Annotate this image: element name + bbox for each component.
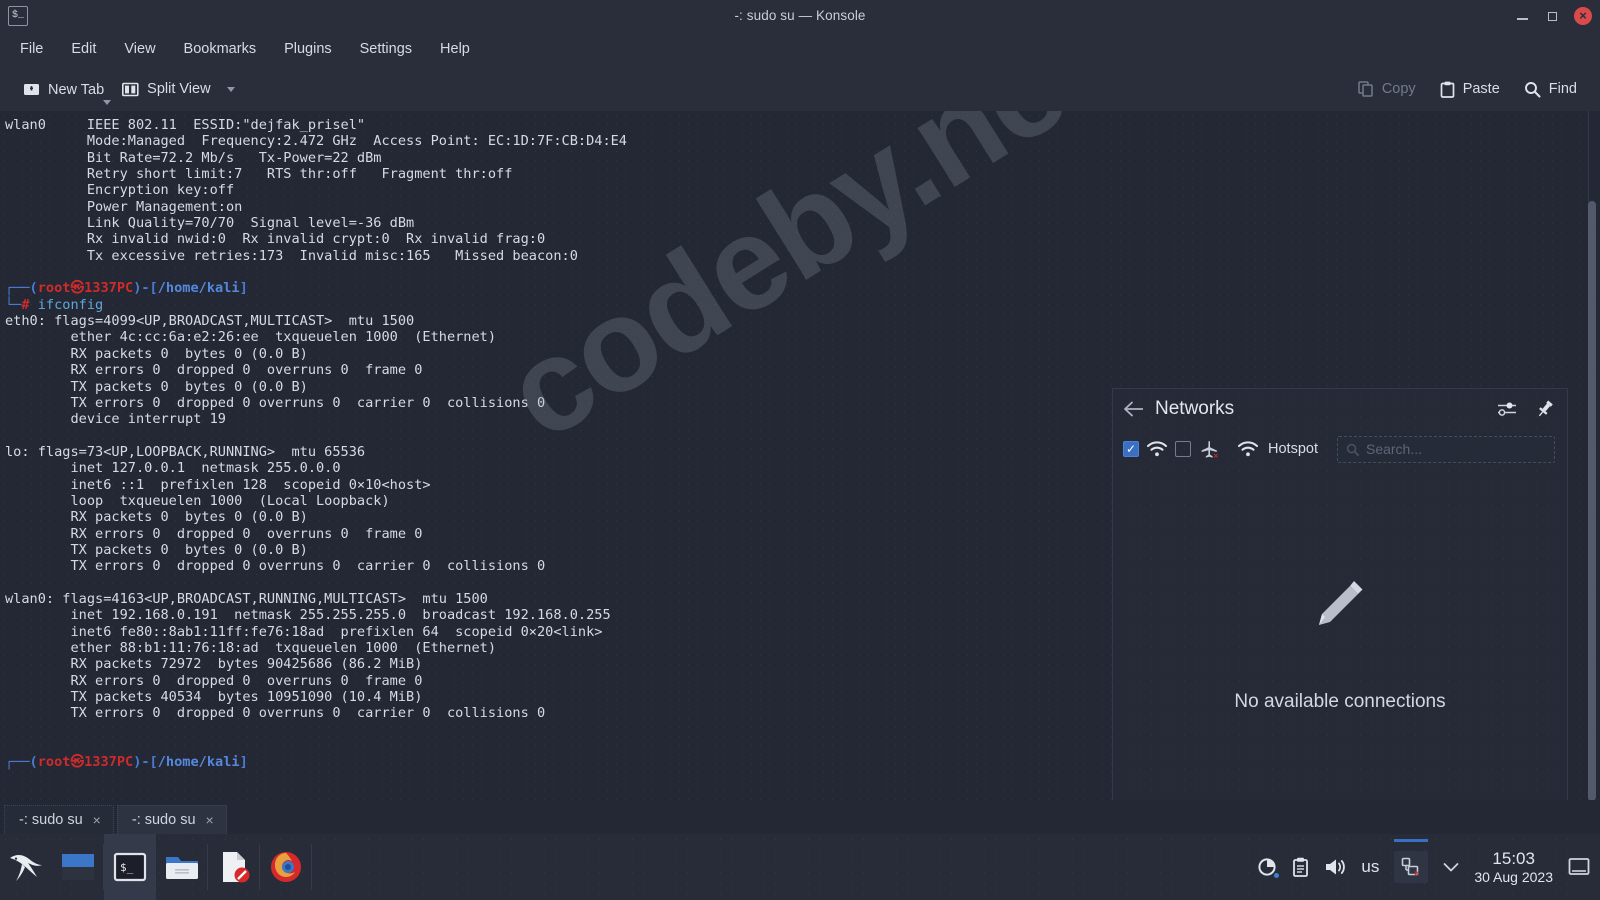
menu-bookmarks[interactable]: Bookmarks xyxy=(170,37,271,61)
find-button[interactable]: Find xyxy=(1515,76,1586,103)
desktop-taskbar: $_ us × 15:03 30 Aug 2023 xyxy=(0,834,1600,900)
paste-icon xyxy=(1440,81,1455,98)
paste-label: Paste xyxy=(1462,81,1500,97)
update-badge xyxy=(1274,873,1280,878)
split-view-icon xyxy=(122,82,139,96)
window-titlebar: $_ -: sudo su — Konsole × xyxy=(0,0,1600,31)
networks-panel-actions xyxy=(1497,399,1555,419)
show-desktop-icon[interactable] xyxy=(1568,857,1590,877)
terminal-output: wlan0 IEEE 802.11 ESSID:"dejfak_prisel" … xyxy=(5,117,627,771)
updates-icon[interactable] xyxy=(1257,857,1280,878)
find-label: Find xyxy=(1548,81,1577,97)
paste-button[interactable]: Paste xyxy=(1431,76,1509,103)
pin-icon[interactable] xyxy=(1535,399,1555,419)
airplane-mode-off-icon: × xyxy=(1198,440,1220,459)
volume-icon[interactable] xyxy=(1324,857,1346,877)
terminal-icon: $_ xyxy=(8,5,28,26)
keyboard-layout-indicator[interactable]: us xyxy=(1361,857,1379,877)
terminal-icon[interactable]: $_ xyxy=(104,834,156,900)
hotspot-icon xyxy=(1237,440,1259,458)
desktop-root: $_ -: sudo su — Konsole × File Edit View… xyxy=(0,0,1600,900)
system-tray: us × 15:03 30 Aug 2023 xyxy=(1257,834,1590,900)
networks-panel: Networks ✓ × Hotspot Search... No availa… xyxy=(1112,388,1568,820)
copy-label: Copy xyxy=(1381,81,1416,97)
networks-search-field[interactable]: Search... xyxy=(1336,435,1555,463)
networks-search-placeholder: Search... xyxy=(1365,441,1423,457)
scrollbar-thumb[interactable] xyxy=(1588,201,1596,801)
close-button[interactable]: × xyxy=(1574,6,1592,25)
networks-list-empty-state: No available connections xyxy=(1113,469,1567,819)
empty-state-text: No available connections xyxy=(1234,691,1446,712)
chevron-down-icon[interactable] xyxy=(1443,862,1459,873)
menu-settings[interactable]: Settings xyxy=(346,37,426,61)
split-view-label: Split View xyxy=(147,81,211,97)
clock-date: 30 Aug 2023 xyxy=(1474,868,1553,885)
menu-edit[interactable]: Edit xyxy=(57,37,110,61)
search-icon xyxy=(1524,81,1541,98)
menu-plugins[interactable]: Plugins xyxy=(270,37,346,61)
networks-panel-header: Networks xyxy=(1113,389,1567,429)
svg-text:×: × xyxy=(1214,451,1219,459)
svg-text:×: × xyxy=(1414,869,1419,877)
copy-icon xyxy=(1358,81,1373,97)
new-tab-icon xyxy=(24,83,39,95)
tab-label: -: sudo su xyxy=(19,812,83,828)
text-editor-icon[interactable] xyxy=(208,834,260,900)
menu-view[interactable]: View xyxy=(110,37,169,61)
menu-file[interactable]: File xyxy=(6,37,57,61)
networks-panel-title: Networks xyxy=(1155,398,1235,419)
pager-icon[interactable] xyxy=(52,834,104,900)
close-icon[interactable]: × xyxy=(93,813,101,827)
airplane-mode-checkbox[interactable] xyxy=(1175,441,1191,457)
pencil-icon xyxy=(1319,581,1363,625)
wifi-icon xyxy=(1146,440,1168,458)
sliders-icon[interactable] xyxy=(1497,400,1519,418)
main-toolbar: New Tab Split View Copy Paste Find xyxy=(0,67,1600,111)
close-icon[interactable]: × xyxy=(206,813,214,827)
network-disconnected-icon[interactable]: × xyxy=(1394,839,1429,883)
svg-text:$_: $_ xyxy=(120,861,134,874)
minimize-button[interactable] xyxy=(1514,7,1532,25)
menu-help[interactable]: Help xyxy=(426,37,484,61)
terminal-tabbar: -: sudo su × -: sudo su × xyxy=(0,800,1600,834)
close-icon: × xyxy=(1579,8,1587,23)
back-arrow-icon[interactable] xyxy=(1121,396,1147,422)
wifi-enabled-checkbox[interactable]: ✓ xyxy=(1123,441,1139,457)
file-manager-icon[interactable] xyxy=(156,834,208,900)
hotspot-label[interactable]: Hotspot xyxy=(1268,441,1318,457)
maximize-button[interactable] xyxy=(1544,7,1562,25)
new-tab-button[interactable]: New Tab xyxy=(14,76,113,105)
copy-button[interactable]: Copy xyxy=(1349,76,1425,102)
clipboard-icon[interactable] xyxy=(1292,857,1309,877)
tab-label: -: sudo su xyxy=(131,812,196,828)
tab-sudo-su-1[interactable]: -: sudo su × xyxy=(4,805,114,834)
menubar: File Edit View Bookmarks Plugins Setting… xyxy=(0,31,1600,67)
search-icon xyxy=(1346,443,1359,456)
networks-toolbar: ✓ × Hotspot Search... xyxy=(1113,429,1567,469)
firefox-icon[interactable] xyxy=(260,834,312,900)
clock-time: 15:03 xyxy=(1492,848,1535,868)
chevron-down-icon[interactable] xyxy=(226,86,235,92)
chevron-down-icon[interactable] xyxy=(103,99,112,105)
toolbar-right-group: Copy Paste Find xyxy=(1349,76,1586,103)
window-controls: × xyxy=(1514,0,1592,31)
window-title: -: sudo su — Konsole xyxy=(734,8,866,23)
tab-sudo-su-2[interactable]: -: sudo su × xyxy=(116,805,227,834)
taskbar-launchers: $_ xyxy=(0,834,312,900)
split-view-button[interactable]: Split View xyxy=(113,76,243,102)
clock-widget[interactable]: 15:03 30 Aug 2023 xyxy=(1474,849,1553,886)
new-tab-label: New Tab xyxy=(48,81,105,98)
kali-menu-icon[interactable] xyxy=(0,834,52,900)
